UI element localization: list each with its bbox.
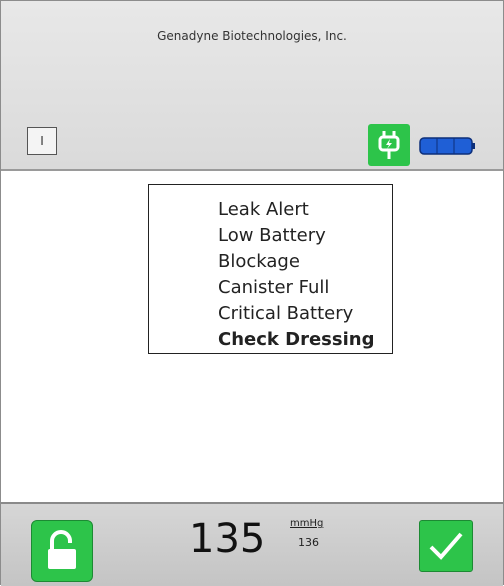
battery-icon: [418, 135, 475, 157]
alert-item-blockage: Blockage: [218, 251, 300, 272]
pressure-value: 135: [189, 516, 266, 562]
checkmark-icon: [429, 532, 463, 560]
header-bar: Genadyne Biotechnologies, Inc. I: [1, 1, 503, 171]
alert-item-critical-battery: Critical Battery: [218, 303, 354, 324]
alert-item-canister-full: Canister Full: [218, 277, 330, 298]
pressure-unit: mmHg: [290, 518, 324, 529]
company-name: Genadyne Biotechnologies, Inc.: [157, 29, 347, 43]
confirm-button[interactable]: [419, 520, 473, 572]
power-plug-icon: [368, 124, 410, 166]
footer-bar: 135 mmHg 136: [1, 502, 503, 586]
alert-list-panel: Leak Alert Low Battery Blockage Canister…: [148, 184, 393, 354]
unlock-icon: [48, 530, 76, 569]
device-screen: Genadyne Biotechnologies, Inc. I Leak Al…: [0, 0, 504, 586]
unlock-button[interactable]: [31, 520, 93, 582]
alert-item-check-dressing: Check Dressing: [218, 329, 375, 350]
alert-item-low-battery: Low Battery: [218, 225, 326, 246]
alert-list: Leak Alert Low Battery Blockage Canister…: [218, 197, 374, 353]
target-pressure-value: 136: [298, 536, 319, 549]
mode-indicator-button[interactable]: I: [27, 127, 57, 155]
alert-item-leak: Leak Alert: [218, 199, 309, 220]
